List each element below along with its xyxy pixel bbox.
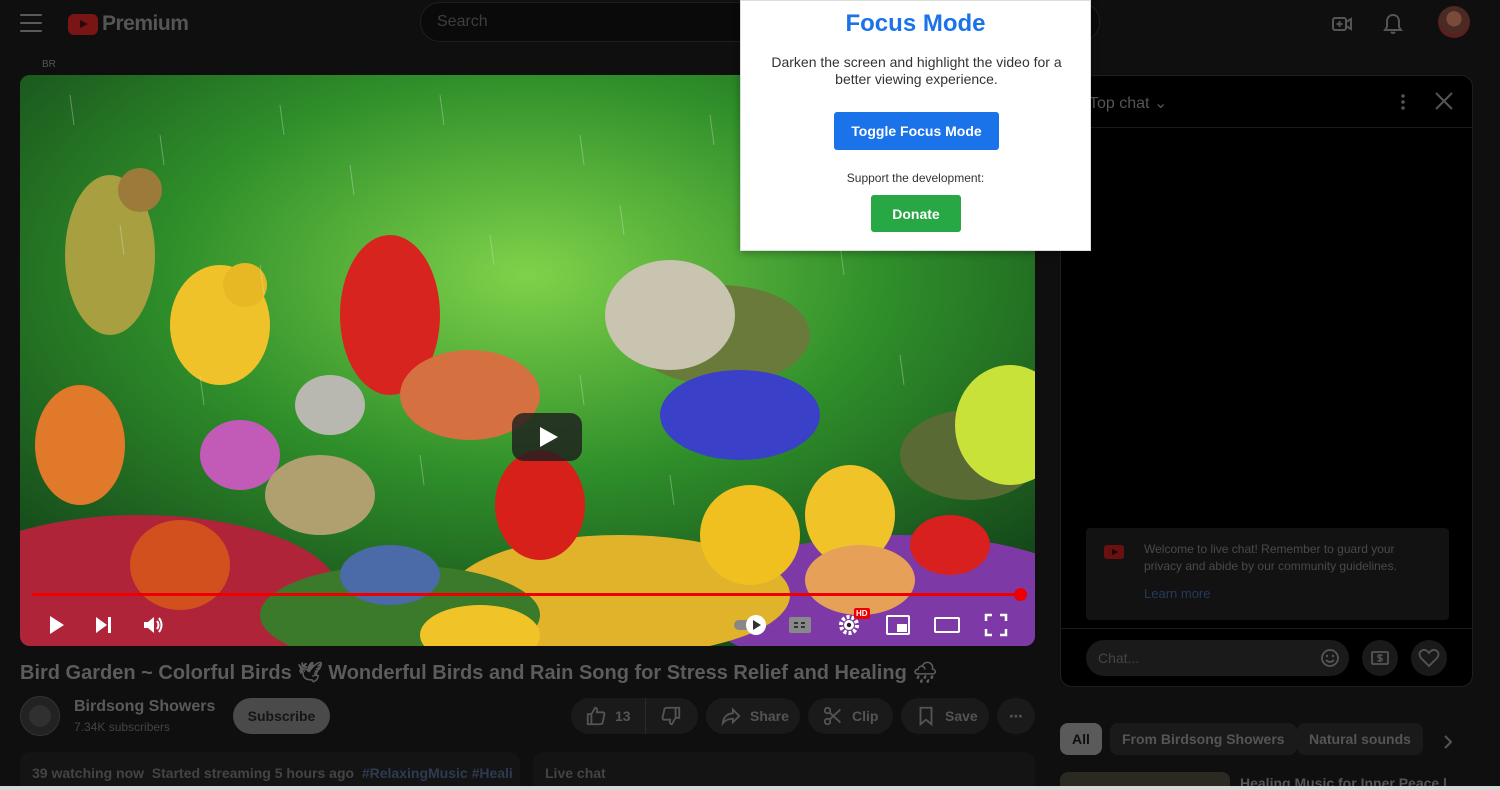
create-video-icon[interactable] [1330,12,1354,36]
fullscreen-icon[interactable] [982,611,1010,639]
heart-icon [1418,648,1440,668]
subscriber-count: 7.34K subscribers [74,720,171,734]
chat-input-placeholder: Chat... [1098,650,1140,666]
scissors-icon [823,706,841,726]
volume-icon[interactable] [139,611,167,639]
logo-text: Premium [102,12,189,35]
youtube-logo-icon [68,13,98,35]
player-controls: HD [20,603,1035,643]
close-icon[interactable] [1433,90,1455,112]
play-icon[interactable] [42,611,70,639]
watching-count: 39 watching now [32,765,145,781]
super-chat-button[interactable] [1362,640,1398,676]
focus-mode-popup: Focus Mode Darken the screen and highlig… [740,0,1091,251]
thumbs-up-icon [586,706,606,726]
progress-scrubber[interactable] [1014,588,1027,601]
clip-button[interactable]: Clip [808,698,893,734]
youtube-small-icon [1104,545,1124,559]
subscribe-button[interactable]: Subscribe [233,698,330,734]
channel-name[interactable]: Birdsong Showers [74,698,215,716]
miniplayer-icon[interactable] [884,611,912,639]
youtube-premium-logo[interactable]: Premium [68,12,189,36]
chip-from-channel[interactable]: From Birdsong Showers [1110,723,1297,755]
like-count: 13 [615,708,631,724]
more-actions-button[interactable]: ⋯ [997,698,1035,734]
save-label: Save [945,708,978,724]
hd-badge: HD [854,608,870,619]
description-box[interactable]: 39 watching now Started streaming 5 hour… [20,752,520,790]
toggle-focus-mode-button[interactable]: Toggle Focus Mode [834,112,999,150]
menu-icon[interactable] [20,14,42,32]
hashtags[interactable]: #RelaxingMusic #Heali [362,765,513,781]
chat-input[interactable]: Chat... [1086,640,1349,676]
share-icon [721,707,741,727]
support-text: Support the development: [846,171,985,185]
live-chat-collapsed-box[interactable]: Live chat [533,752,1035,790]
theater-mode-icon[interactable] [933,611,961,639]
window-bottom-edge [0,786,1500,790]
progress-bar[interactable] [32,593,1024,596]
more-dots-icon: ⋯ [1009,707,1023,724]
kebab-menu-icon[interactable] [1393,92,1413,112]
captions-icon[interactable] [786,611,814,639]
chat-divider [1061,628,1472,629]
popup-description: Darken the screen and highlight the vide… [771,54,1062,87]
channel-avatar[interactable] [20,696,60,736]
notifications-bell-icon[interactable] [1381,12,1405,36]
chevron-down-icon: ⌄ [1153,95,1168,112]
like-button[interactable]: 13 [571,698,645,734]
popup-title: Focus Mode [845,10,986,37]
like-heart-button[interactable] [1411,640,1447,676]
emoji-icon[interactable] [1320,648,1340,668]
stream-started: Started streaming 5 hours ago [151,765,355,781]
share-label: Share [750,708,789,724]
chat-welcome-message: Welcome to live chat! Remember to guard … [1086,528,1449,620]
money-icon [1371,651,1389,665]
big-play-button[interactable] [512,413,582,461]
learn-more-link[interactable]: Learn more [1144,586,1210,601]
top-chat-dropdown[interactable]: Top chat ⌄ [1089,93,1167,113]
video-title: Bird Garden ~ Colorful Birds 🕊 Wonderful… [20,662,938,684]
live-chat-label: Live chat [545,765,606,781]
region-code: BR [42,59,56,70]
share-button[interactable]: Share [706,698,800,734]
donate-button[interactable]: Donate [871,195,961,232]
user-avatar[interactable] [1438,6,1470,38]
bookmark-icon [919,706,933,727]
save-button[interactable]: Save [901,698,989,734]
welcome-text: Welcome to live chat! Remember to guard … [1144,542,1397,573]
live-chat-panel: Top chat ⌄ Welcome to live chat! Remembe… [1060,75,1473,687]
chip-all[interactable]: All [1060,723,1102,755]
next-icon[interactable] [90,611,118,639]
clip-label: Clip [852,708,879,724]
autoplay-toggle-icon[interactable] [732,611,772,639]
chip-natural-sounds[interactable]: Natural sounds [1297,723,1423,755]
chevron-right-icon[interactable] [1440,732,1456,752]
top-chat-label: Top chat [1089,95,1150,112]
search-placeholder: Search [437,13,488,30]
chat-header: Top chat ⌄ [1061,76,1472,128]
thumbs-down-icon [661,706,681,726]
dislike-button[interactable] [645,698,698,734]
